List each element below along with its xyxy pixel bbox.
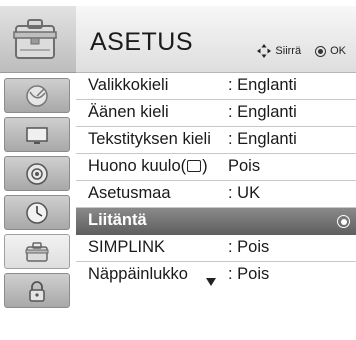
setting-label: Liitäntä bbox=[88, 211, 147, 229]
scroll-down-arrow-icon[interactable] bbox=[206, 278, 216, 286]
rail-item-channels[interactable] bbox=[4, 78, 70, 113]
toolbox-icon bbox=[13, 19, 57, 59]
hint-move-label: Siirrä bbox=[275, 45, 302, 57]
hint-ok-label: OK bbox=[330, 45, 346, 57]
setting-label: Asetusmaa bbox=[88, 184, 171, 202]
setting-label: Huono kuulo() bbox=[88, 157, 208, 176]
speaker-icon bbox=[26, 162, 48, 185]
setting-value: : Englanti bbox=[228, 103, 297, 121]
setting-row-subtitle-language[interactable]: Tekstityksen kieli : Englanti bbox=[76, 127, 356, 154]
setting-row-menu-language[interactable]: Valikkokieli : Englanti bbox=[76, 73, 356, 100]
setting-label: Näppäinlukko bbox=[88, 265, 188, 283]
toolbox-icon bbox=[25, 241, 49, 262]
satellite-icon bbox=[26, 84, 48, 107]
rail-item-lock[interactable] bbox=[4, 273, 70, 308]
setting-label: SIMPLINK bbox=[88, 238, 166, 256]
screen-icon bbox=[26, 126, 48, 144]
ok-button-icon bbox=[315, 45, 327, 57]
rail-item-picture[interactable] bbox=[4, 117, 70, 152]
menu-header: ASETUS Siirrä OK bbox=[76, 6, 356, 73]
rail-item-audio[interactable] bbox=[4, 156, 70, 191]
setting-value: : Pois bbox=[228, 265, 270, 283]
setting-row-country[interactable]: Asetusmaa : UK bbox=[76, 181, 356, 208]
setup-menu: ASETUS Siirrä OK Valikkokieli : Englanti… bbox=[0, 0, 356, 340]
setting-label: Valikkokieli bbox=[88, 76, 169, 94]
setting-row-key-lock[interactable]: Näppäinlukko : Pois bbox=[76, 262, 356, 289]
setting-label-text: Huono kuulo( bbox=[88, 157, 187, 175]
setting-row-simplink[interactable]: SIMPLINK : Pois bbox=[76, 235, 356, 262]
rail-item-setup[interactable] bbox=[4, 234, 70, 269]
selected-indicator-icon bbox=[337, 215, 350, 228]
setting-value: Pois bbox=[228, 157, 261, 175]
padlock-icon bbox=[29, 280, 45, 302]
navigation-hint: Siirrä OK bbox=[257, 44, 346, 58]
menu-category-header bbox=[0, 6, 76, 73]
subtitle-icon bbox=[187, 160, 202, 172]
setting-row-input-label[interactable]: Liitäntä bbox=[76, 208, 356, 235]
setting-value: : UK bbox=[228, 184, 261, 202]
settings-list: Valikkokieli : Englanti Äänen kieli : En… bbox=[76, 73, 356, 340]
setting-value: : Pois bbox=[228, 238, 270, 256]
category-rail bbox=[0, 6, 76, 340]
setting-value: : Englanti bbox=[228, 130, 297, 148]
setting-label: Äänen kieli bbox=[88, 103, 169, 121]
page-title: ASETUS bbox=[90, 28, 194, 56]
setting-label: Tekstityksen kieli bbox=[88, 130, 211, 148]
rail-item-time[interactable] bbox=[4, 195, 70, 230]
setting-row-audio-language[interactable]: Äänen kieli : Englanti bbox=[76, 100, 356, 127]
setting-value: : Englanti bbox=[228, 76, 297, 94]
setting-label-suffix: ) bbox=[202, 157, 208, 175]
setting-row-hard-of-hearing[interactable]: Huono kuulo() Pois bbox=[76, 154, 356, 181]
four-way-arrow-icon bbox=[257, 44, 272, 58]
clock-icon bbox=[26, 201, 48, 224]
